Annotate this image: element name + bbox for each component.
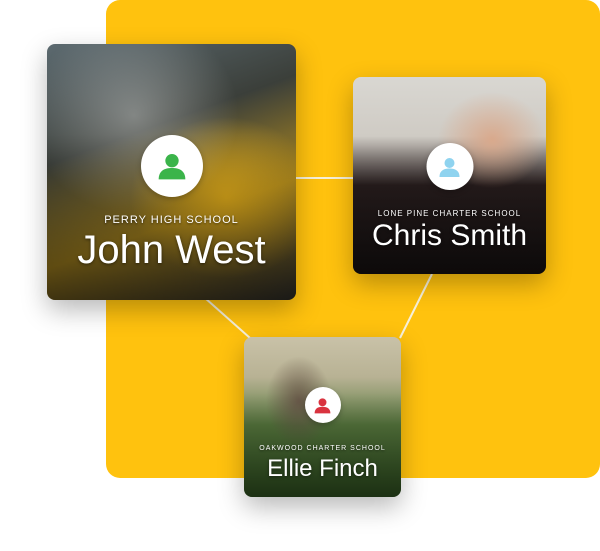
user-icon [439, 157, 460, 177]
athlete-name: Ellie Finch [267, 455, 378, 482]
user-icon [314, 397, 331, 413]
school-name: PERRY HIGH SCHOOL [104, 214, 239, 226]
avatar [140, 135, 203, 197]
connector-john-ellie [204, 297, 251, 339]
avatar [426, 143, 473, 190]
school-name: OAKWOOD CHARTER SCHOOL [259, 445, 386, 452]
athlete-name: Chris Smith [371, 219, 528, 252]
connector-chris-ellie [399, 273, 433, 339]
profile-card-ellie-finch[interactable]: OAKWOOD CHARTER SCHOOL Ellie Finch [244, 337, 401, 497]
athlete-name: John West [77, 228, 266, 272]
avatar [304, 387, 341, 423]
school-name: LONE PINE CHARTER SCHOOL [377, 209, 522, 218]
profile-card-chris-smith[interactable]: LONE PINE CHARTER SCHOOL Chris Smith [353, 77, 546, 274]
profile-card-john-west[interactable]: PERRY HIGH SCHOOL John West [47, 44, 296, 300]
user-icon [158, 154, 185, 180]
